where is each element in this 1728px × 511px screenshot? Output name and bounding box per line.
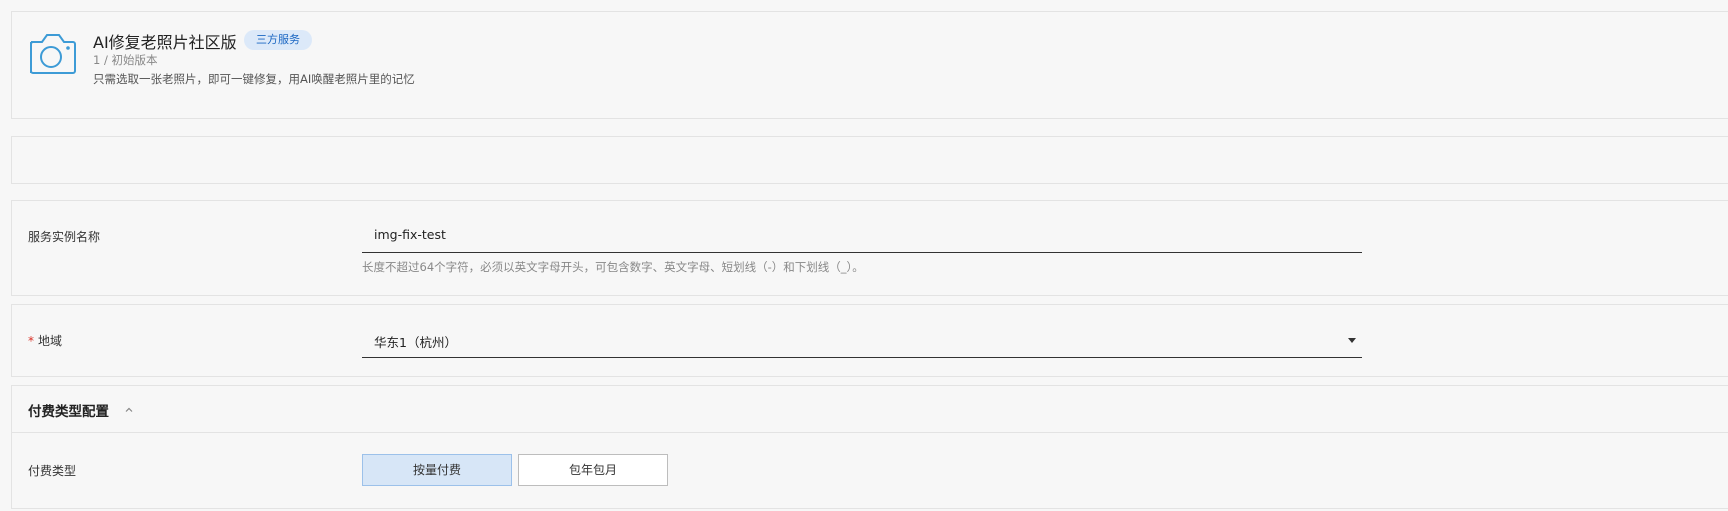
billing-section: 付费类型配置 付费类型 按量付费 包年包月 <box>11 385 1728 509</box>
instance-name-row: 服务实例名称 img-fix-test 长度不超过64个字符，必须以英文字母开头… <box>11 200 1728 296</box>
instance-name-input[interactable]: img-fix-test <box>362 219 1362 253</box>
region-select[interactable]: 华东1（杭州） <box>362 324 1362 358</box>
instance-name-value: img-fix-test <box>374 227 446 242</box>
region-selected-value: 华东1（杭州） <box>374 335 457 350</box>
camera-icon <box>30 34 76 74</box>
empty-panel <box>11 136 1728 184</box>
instance-name-label: 服务实例名称 <box>28 230 101 244</box>
required-mark: * <box>28 334 34 348</box>
region-label: * 地域 <box>28 332 62 349</box>
service-header-card: AI修复老照片社区版 三方服务 1 / 初始版本 只需选取一张老照片，即可一键修… <box>11 11 1728 119</box>
billing-type-label: 付费类型 <box>28 464 77 478</box>
region-row: * 地域 华东1（杭州） <box>11 304 1728 377</box>
billing-option-pay-as-you-go[interactable]: 按量付费 <box>362 454 512 486</box>
caret-down-icon <box>1348 338 1356 343</box>
billing-section-title: 付费类型配置 <box>28 404 109 420</box>
region-label-text: 地域 <box>38 334 63 348</box>
chevron-up-icon[interactable] <box>124 405 134 415</box>
instance-name-hint: 长度不超过64个字符，必须以英文字母开头，可包含数字、英文字母、短划线（-）和下… <box>362 260 864 274</box>
service-description: 只需选取一张老照片，即可一键修复，用AI唤醒老照片里的记忆 <box>93 72 415 86</box>
service-title: AI修复老照片社区版 <box>93 33 237 52</box>
version-label: 1 / 初始版本 <box>93 53 158 67</box>
billing-option-subscription[interactable]: 包年包月 <box>518 454 668 486</box>
third-party-badge: 三方服务 <box>244 30 312 50</box>
billing-section-header[interactable]: 付费类型配置 <box>12 386 1728 433</box>
